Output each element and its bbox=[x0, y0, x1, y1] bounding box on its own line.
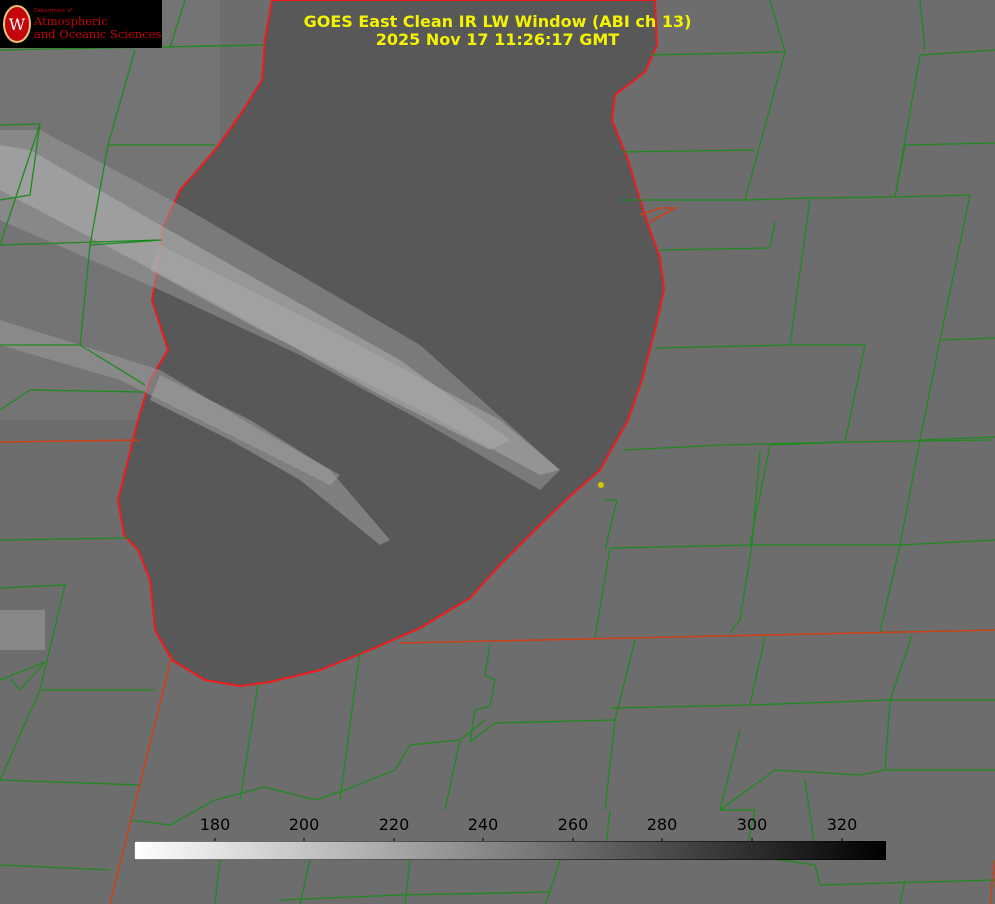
colorbar-tick-label: 280 bbox=[646, 815, 678, 834]
colorbar-tick-label: 320 bbox=[826, 815, 858, 834]
colorbar-tick-label: 240 bbox=[467, 815, 499, 834]
colorbar-tick-label: 260 bbox=[557, 815, 589, 834]
location-marker bbox=[598, 482, 604, 488]
colorbar-tick-label: 300 bbox=[736, 815, 768, 834]
image-title: GOES East Clean IR LW Window (ABI ch 13) bbox=[303, 12, 692, 31]
colorbar bbox=[134, 841, 886, 860]
colorbar-tick-label: 180 bbox=[199, 815, 231, 834]
colorbar-tick-label: 220 bbox=[378, 815, 410, 834]
satellite-image bbox=[0, 0, 995, 904]
satellite-map[interactable]: W Department of Atmospheric and Oceanic … bbox=[0, 0, 995, 904]
image-timestamp: 2025 Nov 17 11:26:17 GMT bbox=[375, 30, 620, 49]
colorbar-tick-label: 200 bbox=[288, 815, 320, 834]
